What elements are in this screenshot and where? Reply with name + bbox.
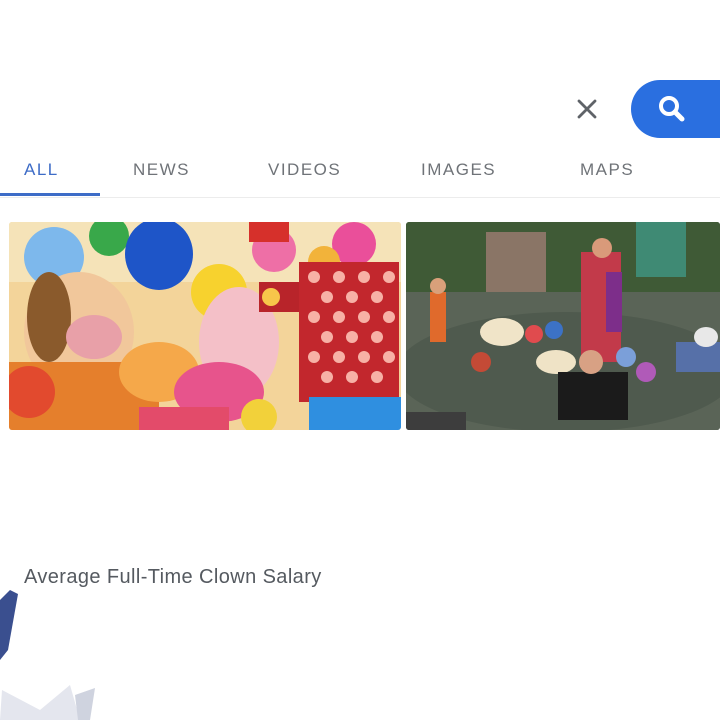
result-title[interactable]: Average Full-Time Clown Salary xyxy=(24,566,322,589)
tab-maps[interactable]: MAPS xyxy=(580,160,634,180)
tabs-divider xyxy=(0,197,720,198)
clear-search-button[interactable] xyxy=(566,88,608,130)
image-result-outdoor[interactable] xyxy=(406,222,720,430)
outdoor-gathering-image xyxy=(406,222,720,430)
tab-images[interactable]: IMAGES xyxy=(421,160,496,180)
tab-videos[interactable]: VIDEOS xyxy=(268,160,341,180)
image-result-party[interactable] xyxy=(9,222,401,430)
search-tabs: ALL NEWS VIDEOS IMAGES MAPS xyxy=(0,150,720,198)
tab-all[interactable]: ALL xyxy=(24,160,59,180)
party-balloons-image xyxy=(9,222,401,430)
search-icon xyxy=(658,96,684,122)
corner-graphic xyxy=(0,590,95,720)
tab-news[interactable]: NEWS xyxy=(133,160,190,180)
search-results-page: ALL NEWS VIDEOS IMAGES MAPS Average Full… xyxy=(0,0,720,720)
search-button[interactable] xyxy=(631,80,720,138)
close-icon xyxy=(577,99,597,119)
active-tab-indicator xyxy=(0,193,100,196)
